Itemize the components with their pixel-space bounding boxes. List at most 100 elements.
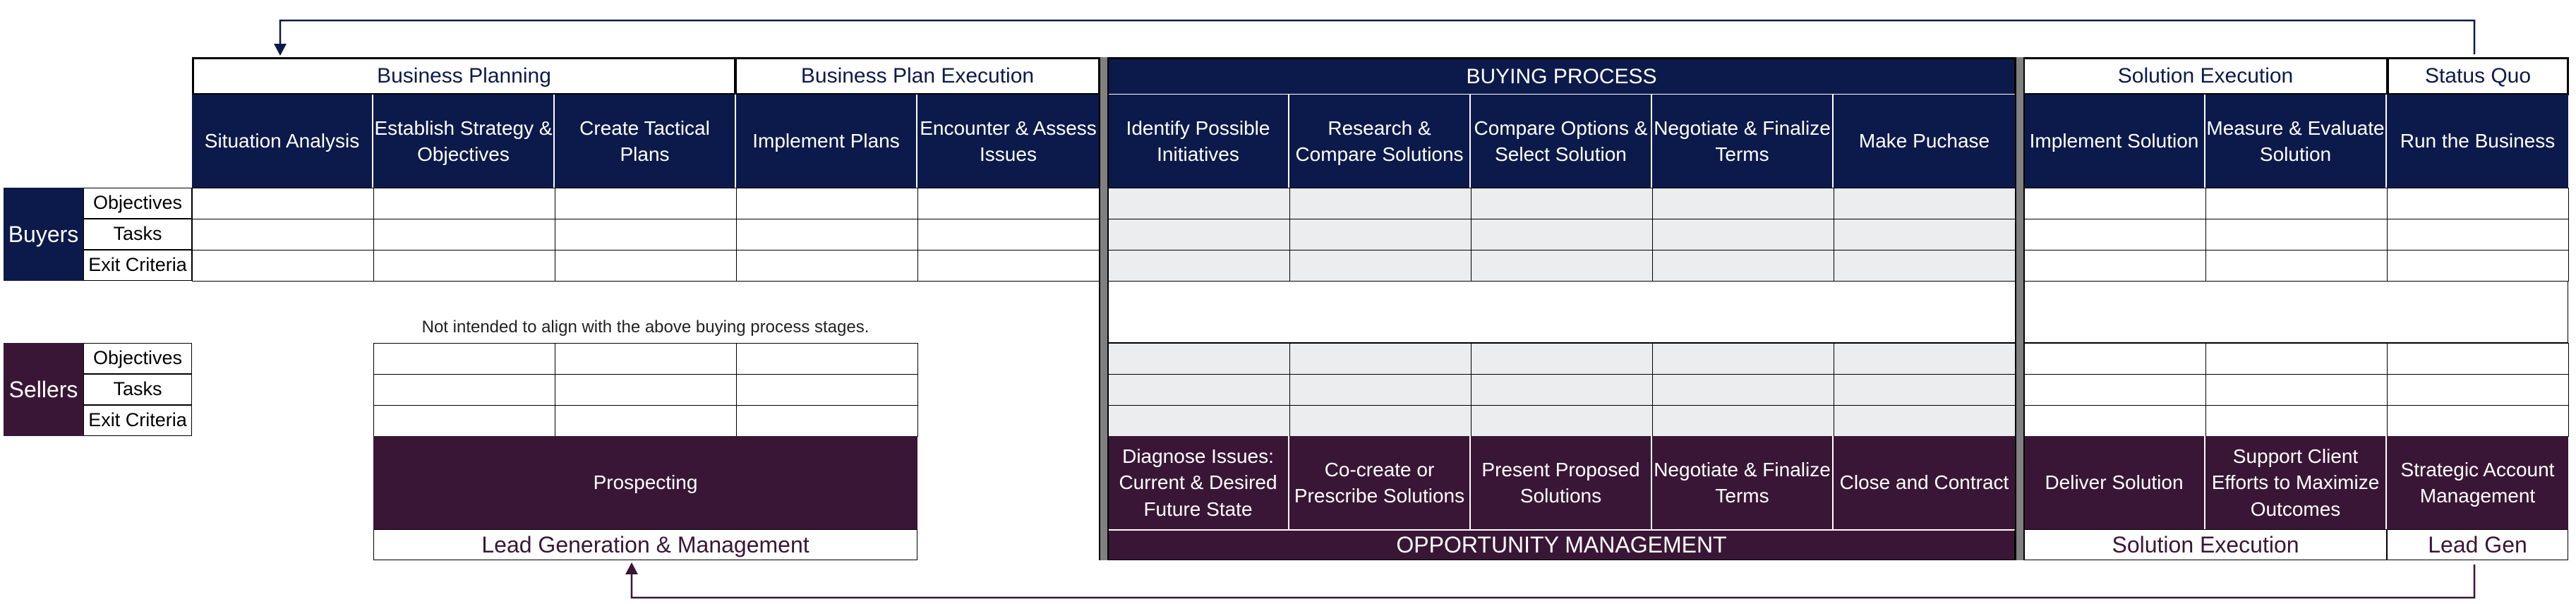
sellers-grid-cell — [1652, 405, 1834, 437]
sellers-grid-cell — [2024, 405, 2206, 437]
gap-box — [1108, 281, 2568, 343]
sellers-grid-cell — [373, 343, 555, 375]
role-buyers: Buyers — [4, 188, 83, 281]
phase-solution-execution: Solution Execution — [2023, 57, 2388, 95]
seller-stage: Deliver Solution — [2024, 436, 2205, 529]
sellers-grid-cell — [2205, 405, 2388, 437]
buyers-grid-cell — [192, 219, 374, 250]
buyer-stage: Negotiate & Finalize Terms — [1652, 95, 1834, 188]
seller-stage: Close and Contract — [1834, 436, 2015, 529]
top-return-arrow — [274, 19, 2476, 56]
buyers-grid-cell — [1652, 219, 1834, 250]
buyers-grid-cell — [2205, 188, 2388, 219]
buyers-grid-cell — [373, 250, 555, 282]
buyers-grid-cell — [1471, 250, 1653, 282]
buyers-grid-cell — [1108, 219, 1290, 250]
buyers-grid-cell — [2205, 219, 2388, 250]
sellers-grid-cell — [1652, 343, 1834, 375]
buyer-stage: Implement Plans — [736, 95, 917, 188]
buyer-stage: Situation Analysis — [192, 95, 373, 188]
buyers-row-label-exit-criteria: Exit Criteria — [83, 250, 192, 281]
buyers-grid-cell — [2205, 250, 2388, 282]
sellers-grid-cell — [1834, 343, 2016, 375]
buyers-grid-cell — [2387, 219, 2569, 250]
seller-stage: Negotiate & Finalize Terms — [1652, 436, 1834, 529]
buyer-stage: Research & Compare Solutions — [1289, 95, 1471, 188]
seller-phase-lead-gen: Lead Gen — [2387, 529, 2568, 560]
buyers-grid-cell — [1834, 188, 2016, 219]
buyers-grid-cell — [736, 219, 918, 250]
alignment-note: Not intended to align with the above buy… — [421, 318, 869, 337]
buyers-grid-cell — [917, 188, 1100, 219]
buyers-grid-cell — [2024, 188, 2206, 219]
sellers-grid-cell — [373, 405, 555, 437]
seller-phase-solution-execution: Solution Execution — [2024, 529, 2387, 560]
sellers-grid-cell — [1108, 405, 1290, 437]
sellers-grid-cell — [736, 343, 918, 375]
separator-bar-right — [2015, 57, 2025, 560]
sellers-grid-cell — [1834, 405, 2016, 437]
sellers-row-label-exit-criteria: Exit Criteria — [83, 405, 192, 436]
sellers-grid-cell — [2024, 343, 2206, 375]
sellers-grid-cell — [1471, 374, 1653, 406]
phase-business-plan-execution: Business Plan Execution — [735, 57, 1100, 95]
buyers-grid-cell — [1108, 250, 1290, 282]
buyers-row-label-objectives: Objectives — [83, 188, 192, 219]
seller-stage: Co-create or Prescribe Solutions — [1289, 436, 1471, 529]
sellers-grid-cell — [2024, 374, 2206, 406]
sellers-grid-cell — [1289, 405, 1471, 437]
sellers-row-label-objectives: Objectives — [83, 343, 192, 374]
buyer-stage: Run the Business — [2387, 95, 2568, 188]
buyers-grid-cell — [2024, 219, 2206, 250]
buyers-grid-cell — [555, 188, 737, 219]
phase-buying-process: BUYING PROCESS — [1107, 57, 2016, 95]
buyers-grid-cell — [192, 250, 374, 282]
sellers-grid-cell — [2387, 374, 2569, 406]
buyers-grid-cell — [555, 219, 737, 250]
buyers-grid-cell — [1289, 219, 1471, 250]
buyers-grid-cell — [555, 250, 737, 282]
seller-stage: Strategic Account Management — [2387, 436, 2568, 529]
buyers-grid-cell — [2387, 188, 2569, 219]
buyer-stage: Identify Possible Initiatives — [1108, 95, 1289, 188]
buyers-grid-cell — [373, 188, 555, 219]
seller-stage: Diagnose Issues: Current & Desired Futur… — [1108, 436, 1289, 529]
buyers-grid-cell — [1108, 188, 1290, 219]
buyer-stage: Encounter & Assess Issues — [917, 95, 1099, 188]
buyers-grid-cell — [1289, 188, 1471, 219]
sellers-grid-cell — [736, 405, 918, 437]
sellers-grid-cell — [2387, 405, 2569, 437]
phase-business-planning: Business Planning — [192, 57, 736, 95]
buyers-grid-cell — [1652, 250, 1834, 282]
sellers-row-label-tasks: Tasks — [83, 374, 192, 405]
buyer-stage: Implement Solution — [2024, 95, 2205, 188]
buyers-grid-cell — [917, 250, 1100, 282]
sellers-grid-cell — [555, 405, 737, 437]
bottom-return-arrow — [625, 562, 2476, 599]
buyers-grid-cell — [1834, 250, 2016, 282]
buyers-row-label-tasks: Tasks — [83, 219, 192, 250]
sellers-grid-cell — [736, 374, 918, 406]
sellers-grid-cell — [1471, 343, 1653, 375]
buyers-grid-cell — [2024, 250, 2206, 282]
buyer-stage: Create Tactical Plans — [555, 95, 736, 188]
sellers-grid-cell — [373, 374, 555, 406]
sellers-grid-cell — [2205, 343, 2388, 375]
buyer-stage: Compare Options & Select Solution — [1471, 95, 1652, 188]
buyers-grid-cell — [1834, 219, 2016, 250]
sellers-grid-cell — [2205, 374, 2388, 406]
buyer-stage: Measure & Evaluate Solution — [2205, 95, 2387, 188]
arrowhead-down-icon — [274, 44, 287, 56]
sellers-grid-cell — [555, 374, 737, 406]
buyers-grid-cell — [1652, 188, 1834, 219]
sellers-grid-cell — [1471, 405, 1653, 437]
buyer-stage: Make Puchase — [1834, 95, 2015, 188]
buyers-grid-cell — [736, 250, 918, 282]
role-sellers: Sellers — [4, 343, 83, 436]
buyers-grid-cell — [192, 188, 374, 219]
sellers-grid-cell — [1108, 374, 1290, 406]
sellers-grid-cell — [555, 343, 737, 375]
sellers-grid-cell — [1289, 374, 1471, 406]
buyers-grid-cell — [917, 219, 1100, 250]
buyers-grid-cell — [1471, 219, 1653, 250]
